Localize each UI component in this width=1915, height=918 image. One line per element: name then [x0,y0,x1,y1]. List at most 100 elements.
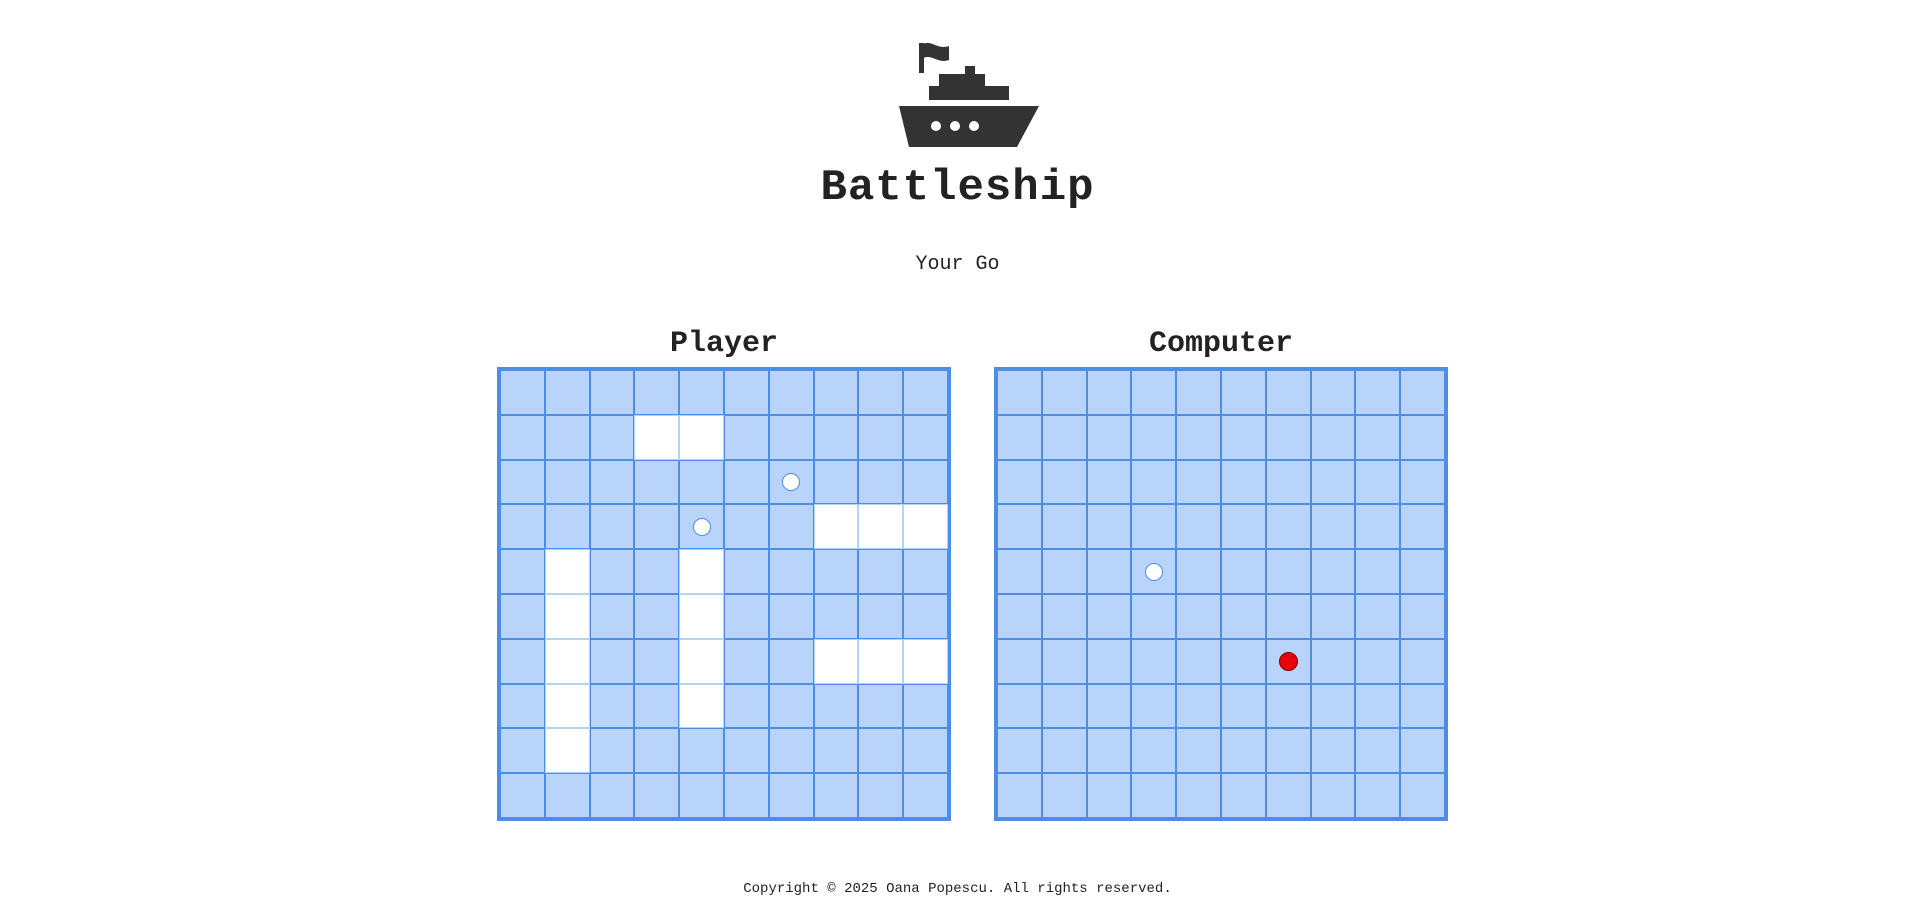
computer-board-cell[interactable] [997,370,1042,415]
computer-board-cell[interactable] [1086,728,1132,774]
computer-board-cell[interactable] [1176,370,1221,415]
computer-board-cell[interactable] [1265,638,1311,684]
computer-board-cell[interactable] [1310,773,1356,818]
computer-board-cell[interactable] [1131,370,1177,415]
computer-board-cell[interactable] [1131,593,1177,639]
computer-board-cell[interactable] [1086,593,1132,639]
computer-board-cell[interactable] [1176,683,1221,729]
computer-board-cell[interactable] [1176,728,1221,774]
computer-board-cell[interactable] [1176,414,1221,460]
computer-board-cell[interactable] [1131,638,1177,684]
computer-board-cell[interactable] [1086,683,1132,729]
computer-board-cell[interactable] [1041,549,1087,594]
computer-board-cell[interactable] [1176,459,1221,505]
computer-board-cell[interactable] [1355,504,1401,550]
computer-board-cell[interactable] [1265,459,1311,505]
computer-board-cell[interactable] [1086,638,1132,684]
computer-board-cell[interactable] [1355,414,1401,460]
computer-board-cell[interactable] [1086,773,1132,818]
computer-board-cell[interactable] [1265,683,1311,729]
computer-board-cell[interactable] [1041,728,1087,774]
computer-board-cell[interactable] [1310,459,1356,505]
computer-board-cell[interactable] [1220,593,1266,639]
computer-board-cell[interactable] [1041,683,1087,729]
computer-board-cell[interactable] [1355,773,1401,818]
computer-board-cell[interactable] [1041,370,1087,415]
computer-board-cell[interactable] [1086,459,1132,505]
computer-board-cell[interactable] [1220,549,1266,594]
computer-board-cell[interactable] [1041,773,1087,818]
computer-board-cell[interactable] [997,638,1042,684]
computer-board-cell[interactable] [1310,504,1356,550]
computer-board-cell[interactable] [1400,459,1445,505]
computer-board-cell[interactable] [1131,549,1177,594]
computer-board-cell[interactable] [1086,370,1132,415]
computer-board-cell[interactable] [1355,593,1401,639]
computer-board-cell[interactable] [997,459,1042,505]
computer-board-cell[interactable] [1041,638,1087,684]
computer-board-cell[interactable] [1400,773,1445,818]
computer-board-cell[interactable] [1310,638,1356,684]
computer-board-cell[interactable] [1176,593,1221,639]
computer-board-cell[interactable] [1400,504,1445,550]
computer-board-cell[interactable] [1041,459,1087,505]
computer-board-cell[interactable] [1400,593,1445,639]
computer-board-cell[interactable] [1131,414,1177,460]
computer-board-cell[interactable] [1400,414,1445,460]
computer-board-cell[interactable] [1086,414,1132,460]
computer-board-cell[interactable] [1265,728,1311,774]
computer-board-cell[interactable] [1310,549,1356,594]
computer-board-cell[interactable] [1310,683,1356,729]
computer-board-cell[interactable] [997,504,1042,550]
computer-board-cell[interactable] [1220,370,1266,415]
computer-board-cell[interactable] [997,683,1042,729]
computer-board-cell[interactable] [1355,459,1401,505]
computer-board-cell[interactable] [997,414,1042,460]
computer-board-cell[interactable] [1086,549,1132,594]
computer-board-cell[interactable] [1131,459,1177,505]
computer-board-cell[interactable] [1041,504,1087,550]
computer-board-cell[interactable] [1220,683,1266,729]
computer-board-cell[interactable] [1131,683,1177,729]
computer-board-cell[interactable] [1176,773,1221,818]
computer-board-cell[interactable] [1400,728,1445,774]
computer-board-cell[interactable] [1265,414,1311,460]
computer-board-cell[interactable] [1220,414,1266,460]
computer-board-cell[interactable] [997,549,1042,594]
computer-board-cell[interactable] [1265,593,1311,639]
computer-board-cell[interactable] [1220,773,1266,818]
computer-board-cell[interactable] [1041,593,1087,639]
computer-board-cell[interactable] [997,593,1042,639]
computer-board-cell[interactable] [1220,638,1266,684]
computer-board-cell[interactable] [1310,593,1356,639]
computer-board-cell[interactable] [1131,728,1177,774]
computer-board-cell[interactable] [1176,549,1221,594]
computer-board-cell[interactable] [1400,549,1445,594]
computer-board-cell[interactable] [1176,504,1221,550]
computer-board-cell[interactable] [1400,370,1445,415]
computer-board-cell[interactable] [1265,773,1311,818]
computer-board-cell[interactable] [1355,370,1401,415]
computer-board-cell[interactable] [1265,504,1311,550]
computer-board[interactable] [994,367,1448,821]
computer-board-cell[interactable] [1310,728,1356,774]
computer-board-cell[interactable] [1131,773,1177,818]
computer-board-cell[interactable] [1265,370,1311,415]
computer-board-cell[interactable] [1086,504,1132,550]
computer-board-cell[interactable] [1041,414,1087,460]
computer-board-cell[interactable] [1400,683,1445,729]
computer-board-cell[interactable] [1400,638,1445,684]
computer-board-cell[interactable] [1310,370,1356,415]
computer-board-cell[interactable] [1265,549,1311,594]
computer-board-cell[interactable] [1176,638,1221,684]
computer-board-cell[interactable] [1355,549,1401,594]
computer-board-cell[interactable] [1355,638,1401,684]
computer-board-cell[interactable] [1355,683,1401,729]
computer-board-cell[interactable] [1220,728,1266,774]
computer-board-cell[interactable] [1131,504,1177,550]
computer-board-cell[interactable] [1220,459,1266,505]
computer-board-cell[interactable] [997,728,1042,774]
computer-board-cell[interactable] [1355,728,1401,774]
computer-board-cell[interactable] [1310,414,1356,460]
computer-board-cell[interactable] [997,773,1042,818]
